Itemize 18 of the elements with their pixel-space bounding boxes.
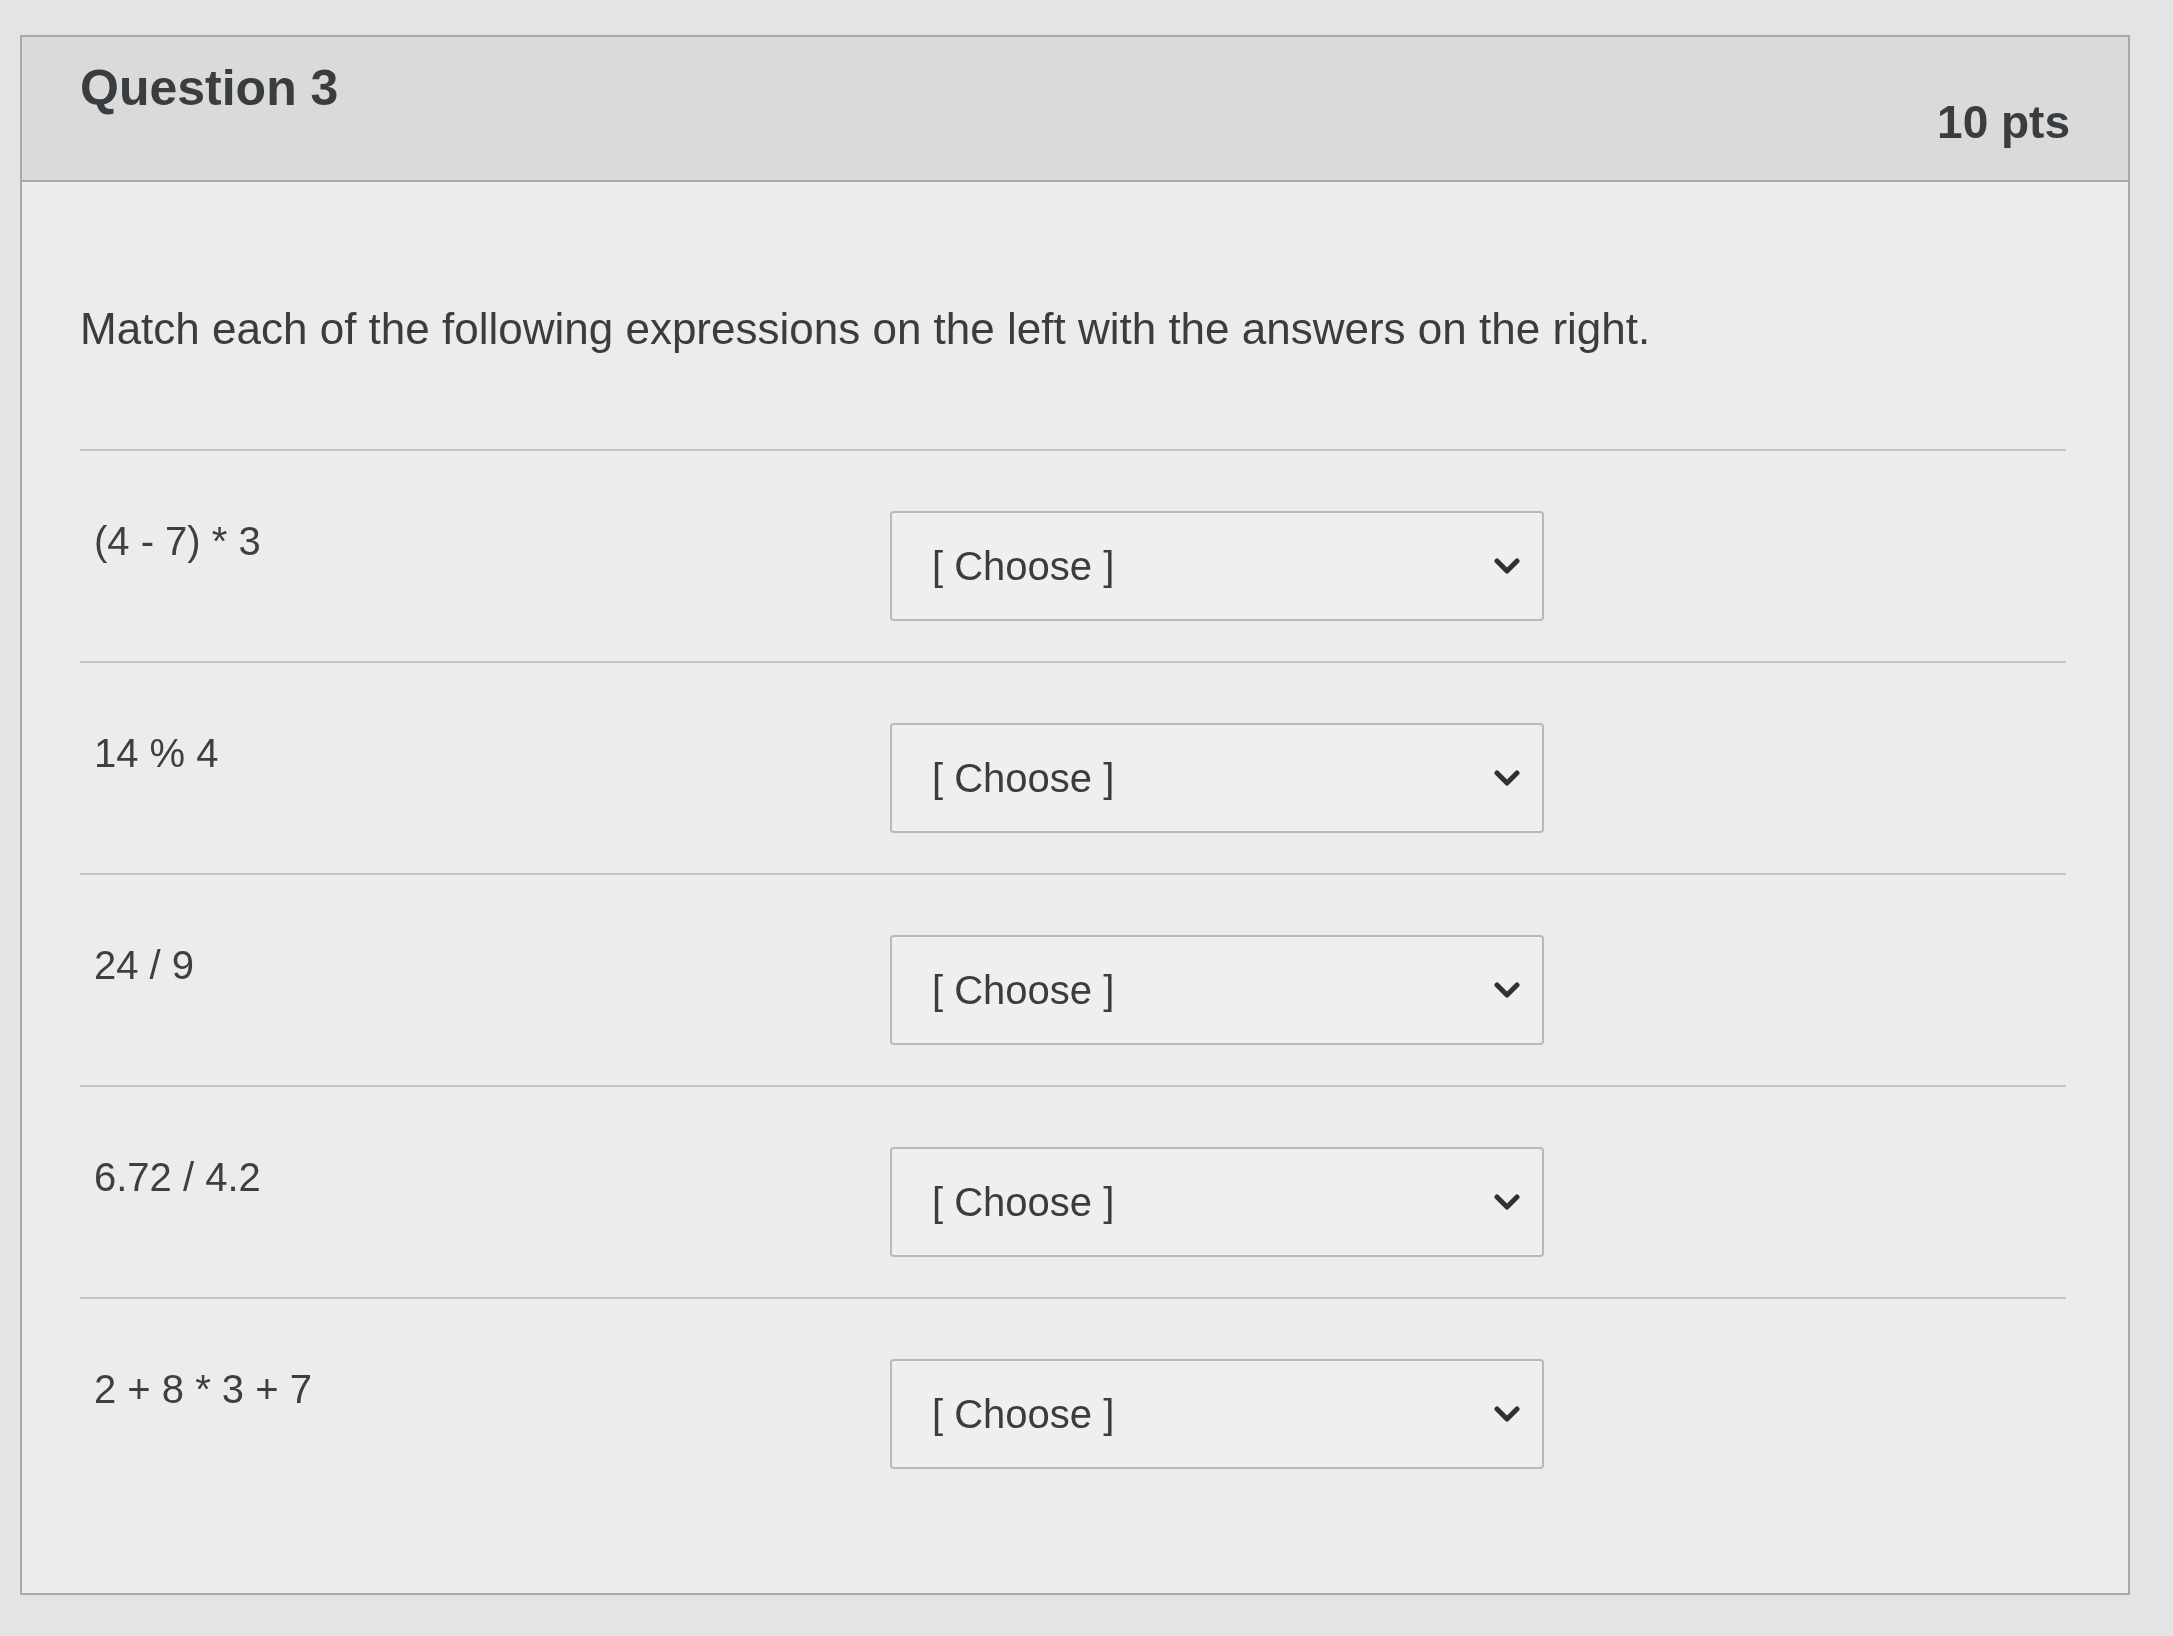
expression-text: 24 / 9 — [94, 943, 196, 988]
answer-dropdown[interactable]: [ Choose ] — [890, 1359, 1544, 1469]
chevron-down-icon — [1494, 1193, 1520, 1211]
answer-dropdown[interactable]: [ Choose ] — [890, 1147, 1544, 1257]
chevron-down-icon — [1494, 557, 1520, 575]
answer-dropdown[interactable]: [ Choose ] — [890, 723, 1544, 833]
expression-text: 2 + 8 * 3 + 7 — [94, 1367, 313, 1412]
points-label: 10 pts — [1937, 95, 2070, 149]
answer-dropdown[interactable]: [ Choose ] — [890, 935, 1544, 1045]
expression-text: (4 - 7) * 3 — [94, 519, 262, 564]
chevron-down-icon — [1494, 981, 1520, 999]
question-title: Question 3 — [80, 59, 339, 117]
question-prompt: Match each of the following expressions on the left with the answers on the right. — [80, 304, 1652, 354]
expression-text: 6.72 / 4.2 — [94, 1155, 262, 1200]
expression-text: 14 % 4 — [94, 731, 220, 776]
chevron-down-icon — [1494, 1405, 1520, 1423]
answer-dropdown[interactable]: [ Choose ] — [890, 511, 1544, 621]
chevron-down-icon — [1494, 769, 1520, 787]
